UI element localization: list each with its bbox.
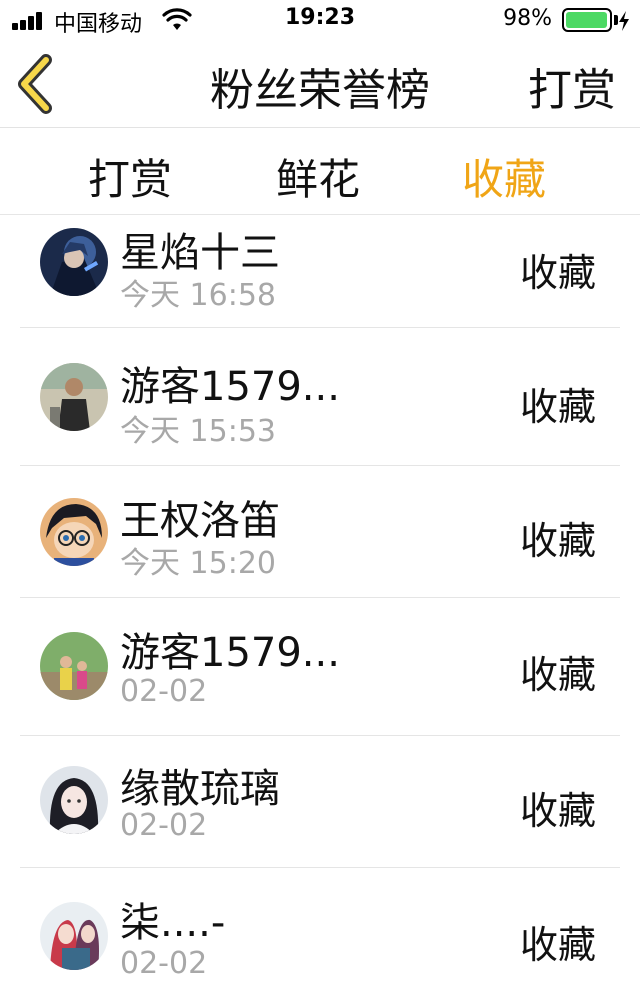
avatar-man-photo: [40, 363, 108, 431]
fan-time: 今天 15:20: [120, 546, 276, 581]
fan-name: 游客1579...: [120, 630, 340, 676]
avatar: [40, 228, 108, 296]
fan-time: 02-02: [120, 946, 208, 981]
avatar: [40, 498, 108, 566]
avatar-anime-detective: [40, 498, 108, 566]
favorite-badge: 收藏: [519, 519, 596, 563]
list-item[interactable]: 游客1579... 02-02 收藏: [20, 598, 620, 736]
avatar-girl-white: [40, 766, 108, 834]
battery-level: [566, 12, 608, 28]
favorite-badge: 收藏: [519, 789, 596, 833]
tab-reward[interactable]: 打赏: [88, 146, 172, 207]
list-item[interactable]: 柒....- 02-02 收藏: [20, 868, 620, 1005]
fan-name: 缘散琉璃: [120, 766, 280, 812]
battery-percent: 98%: [503, 6, 552, 31]
tab-flowers[interactable]: 鲜花: [276, 146, 360, 207]
favorite-badge: 收藏: [519, 653, 596, 697]
status-bar: 中国移动 19:23 98%: [0, 0, 640, 40]
fan-time: 今天 16:58: [120, 278, 276, 313]
fan-name: 游客1579...: [120, 364, 340, 410]
favorite-badge: 收藏: [519, 251, 596, 295]
reward-button[interactable]: 打赏: [528, 54, 616, 118]
tab-favorites[interactable]: 收藏: [462, 146, 546, 207]
tab-bar: 打赏 鲜花 收藏: [0, 128, 640, 215]
avatar: [40, 363, 108, 431]
avatar-kids-photo: [40, 632, 108, 700]
avatar: [40, 902, 108, 970]
fan-name: 柒....-: [120, 900, 226, 946]
avatar: [40, 766, 108, 834]
list-item[interactable]: 缘散琉璃 02-02 收藏: [20, 736, 620, 868]
list-item[interactable]: 星焰十三 今天 16:58 收藏: [20, 216, 620, 328]
favorite-badge: 收藏: [519, 923, 596, 967]
battery-icon: [562, 8, 612, 32]
fan-time: 02-02: [120, 808, 208, 843]
fan-time: 02-02: [120, 674, 208, 709]
list-item[interactable]: 游客1579... 今天 15:53 收藏: [20, 328, 620, 466]
avatar-anime-couple: [40, 902, 108, 970]
avatar-anime-warrior: [40, 228, 108, 296]
bolt-icon: [619, 11, 629, 31]
list-item[interactable]: 王权洛笛 今天 15:20 收藏: [20, 466, 620, 598]
favorite-badge: 收藏: [519, 385, 596, 429]
nav-bar: 粉丝荣誉榜 打赏: [0, 40, 640, 128]
fan-time: 今天 15:53: [120, 414, 276, 449]
avatar: [40, 632, 108, 700]
